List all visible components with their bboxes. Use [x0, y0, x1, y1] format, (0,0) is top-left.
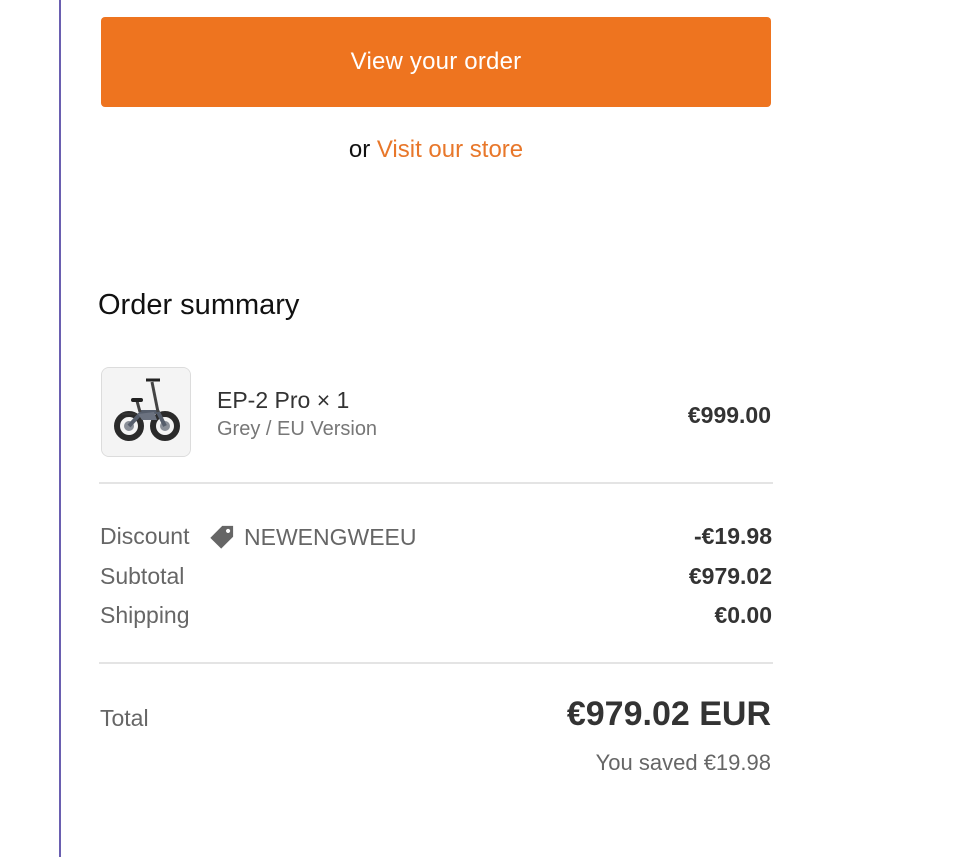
- folding-ebike-icon: [102, 368, 190, 456]
- order-summary-title: Order summary: [98, 289, 300, 321]
- tag-icon: [210, 525, 234, 549]
- discount-code: NEWENGWEEU: [208, 523, 417, 551]
- shipping-value: €0.00: [714, 602, 772, 628]
- subtotal-value: €979.02: [688, 563, 772, 589]
- view-order-button[interactable]: View your order: [101, 17, 771, 107]
- discount-value: -€19.98: [693, 523, 772, 549]
- shipping-line: Shipping €0.00: [100, 602, 772, 632]
- discount-code-text: NEWENGWEEU: [244, 523, 417, 550]
- savings-text: You saved €19.98: [595, 750, 771, 775]
- total-value: €979.02 EUR: [566, 695, 771, 733]
- product-variant: Grey / EU Version: [217, 418, 378, 440]
- shipping-label: Shipping: [100, 602, 190, 628]
- product-thumbnail: [101, 367, 191, 457]
- left-border-line: [59, 0, 61, 857]
- visit-store-line: or Visit our store: [99, 136, 773, 164]
- divider: [99, 662, 773, 664]
- order-confirmation-page: View your order or Visit our store Order…: [0, 0, 960, 857]
- product-name: EP-2 Pro × 1: [217, 387, 350, 413]
- discount-label: Discount: [100, 523, 190, 549]
- subtotal-label: Subtotal: [100, 563, 185, 589]
- subtotal-line: Subtotal €979.02: [100, 563, 772, 593]
- or-text: or: [348, 136, 371, 163]
- total-label: Total: [100, 705, 149, 731]
- discount-line: Discount NEWENGWEEU -€19.98: [100, 523, 772, 553]
- product-price: €999.00: [687, 402, 771, 428]
- divider: [99, 482, 773, 484]
- visit-store-link[interactable]: Visit our store: [377, 136, 523, 163]
- product-line-item: EP-2 Pro × 1 Grey / EU Version €999.00: [99, 366, 773, 458]
